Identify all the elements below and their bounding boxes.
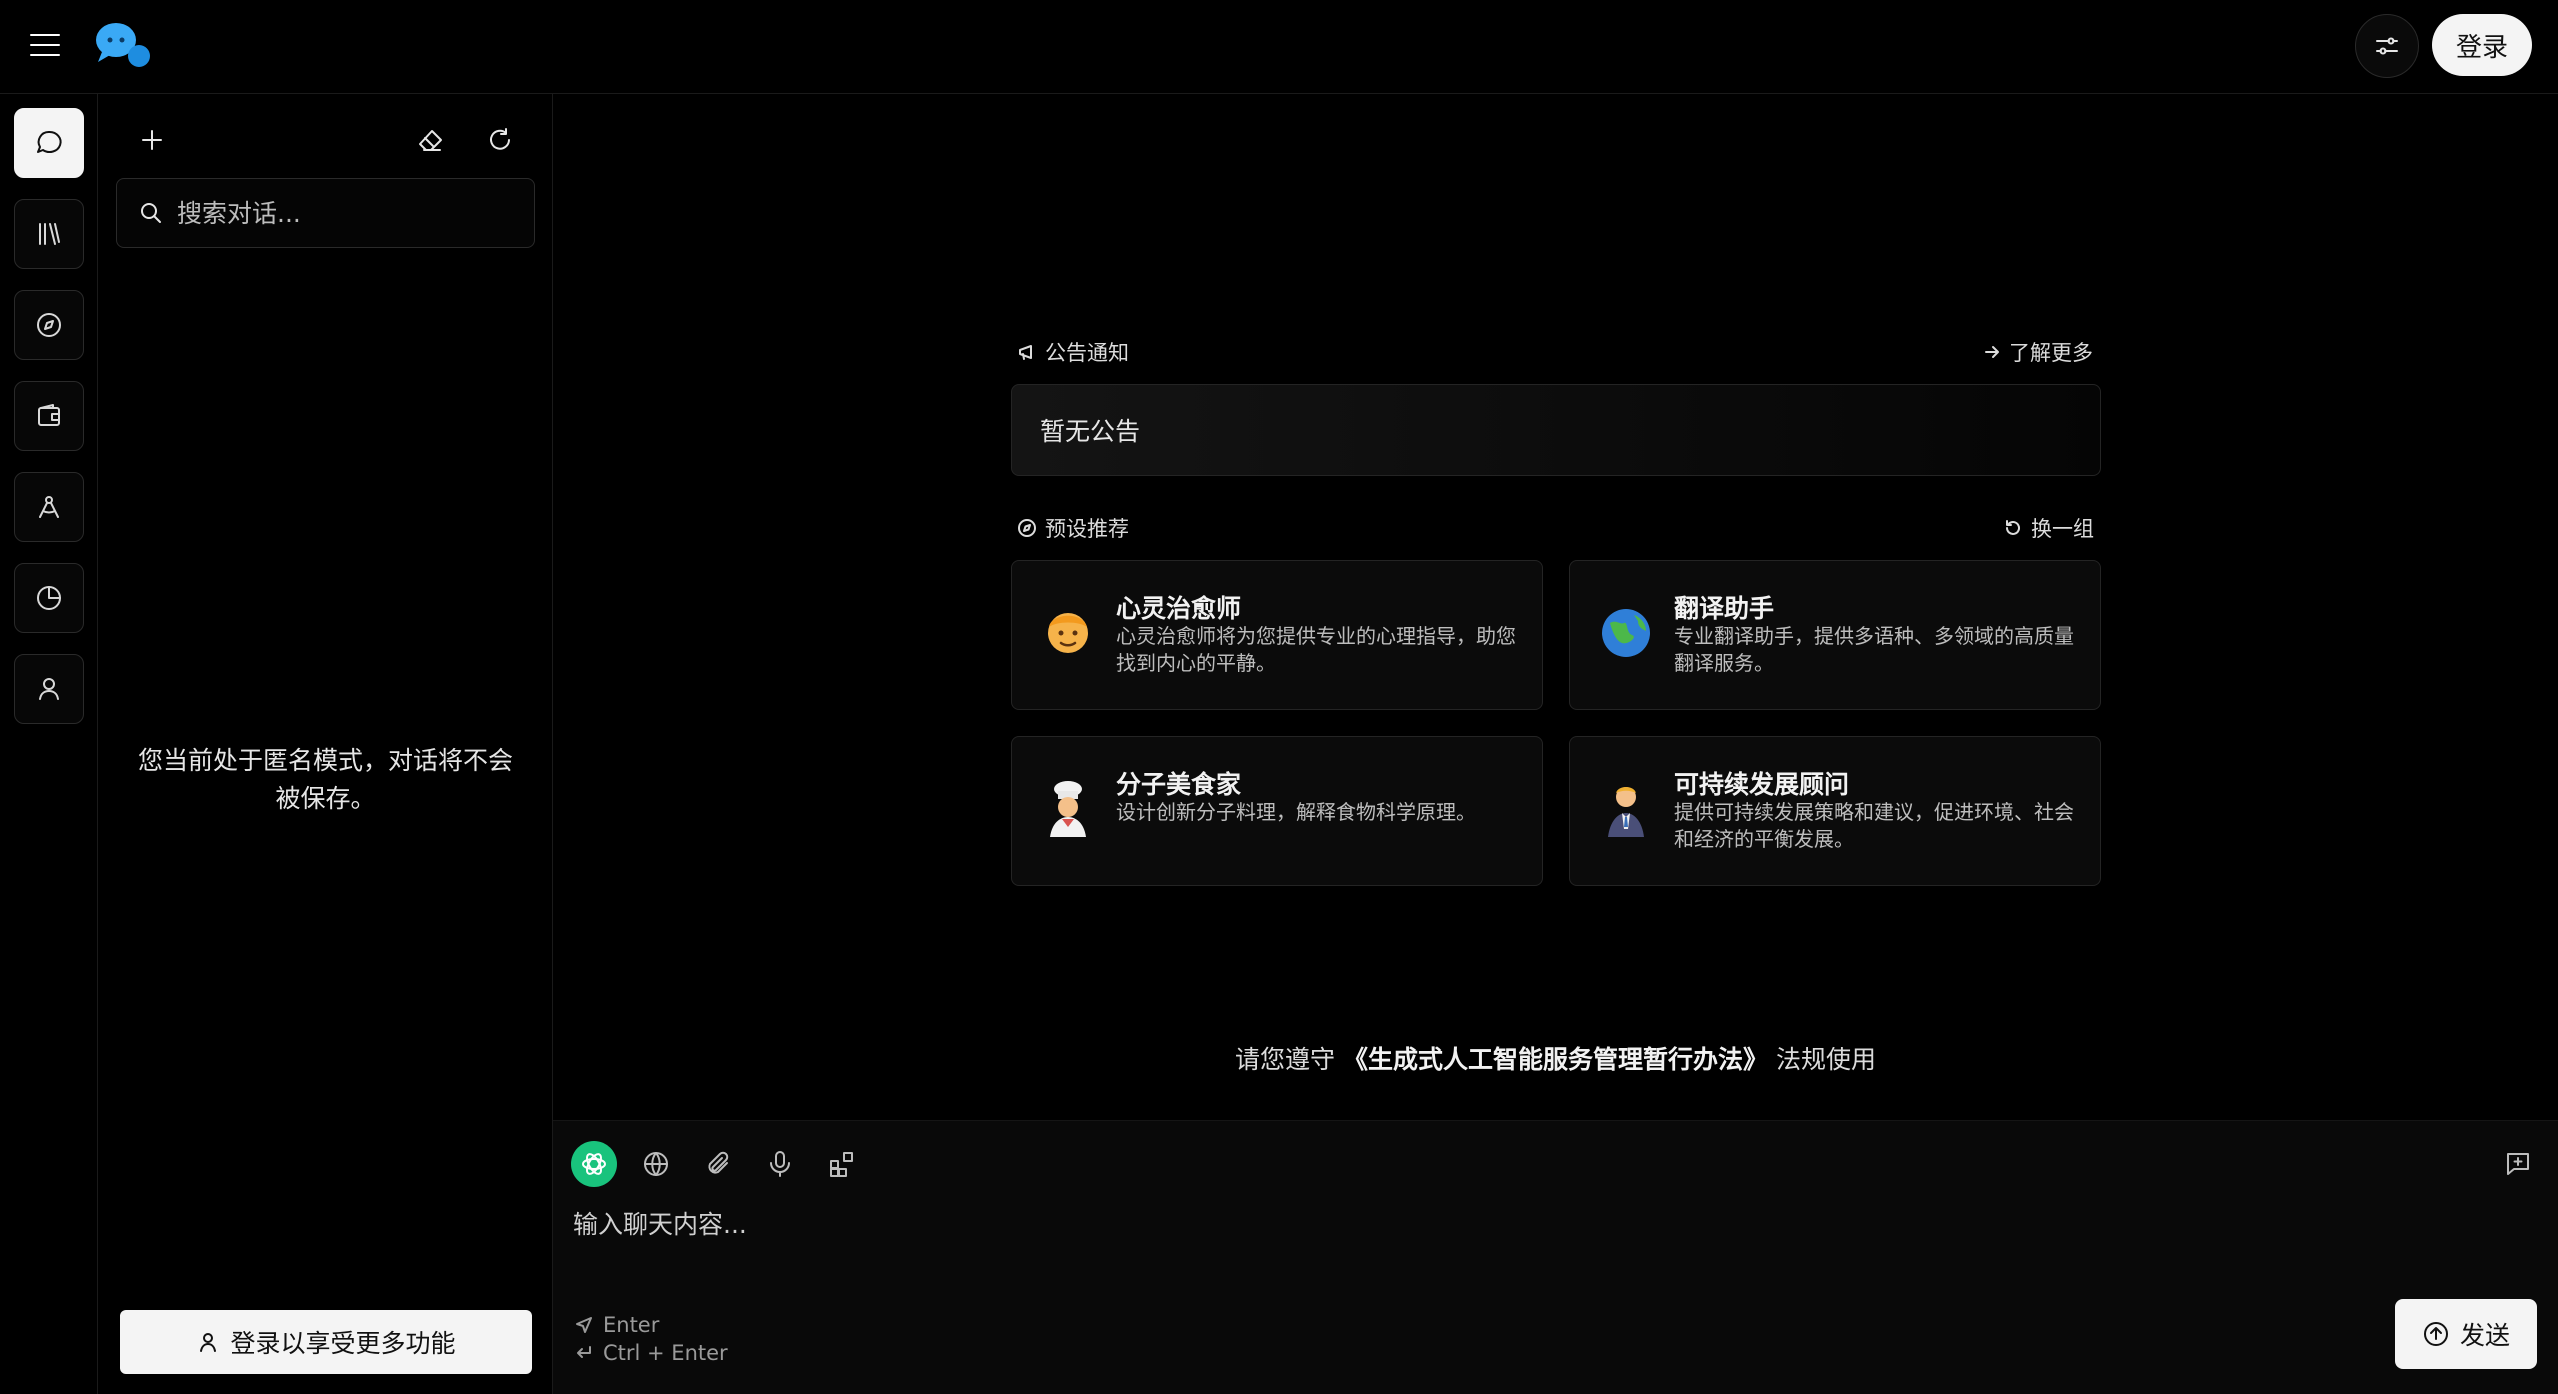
announcement-heading-label: 公告通知 (1045, 341, 1129, 365)
preset-card-translator[interactable]: 翻译助手 专业翻译助手，提供多语种、多领域的高质量翻译服务。 (1569, 560, 2101, 710)
preset-card-title: 翻译助手 (1674, 594, 1775, 623)
login-for-more-label: 登录以享受更多功能 (230, 1329, 456, 1358)
business-person-emoji-icon (1598, 779, 1654, 839)
search-input[interactable] (177, 198, 517, 228)
conversation-sidebar: 您当前处于匿名模式，对话将不会被保存。 登录以享受更多功能 (98, 94, 553, 1394)
refresh-icon[interactable] (476, 116, 524, 164)
top-bar: 登录 (0, 0, 2558, 94)
nav-rail (0, 94, 98, 1394)
presets-heading-label: 预设推荐 (1045, 517, 1129, 541)
send-hint: Enter (575, 1313, 659, 1337)
send-hint-label: Enter (603, 1313, 660, 1337)
preset-card-sustainability[interactable]: 可持续发展顾问 提供可持续发展策略和建议，促进环境、社会和经济的平衡发展。 (1569, 736, 2101, 886)
send-label: 发送 (2459, 1321, 2510, 1350)
presets-heading: 预设推荐 (1017, 510, 1129, 546)
regulation-law-link[interactable]: 《生成式人工智能服务管理暂行办法》 (1343, 1045, 1768, 1074)
regulation-prefix: 请您遵守 (1235, 1045, 1336, 1074)
send-arrow-icon (575, 1316, 593, 1334)
arrow-right-icon (1983, 343, 2001, 361)
preset-card-desc: 设计创新分子料理，解释食物科学原理。 (1116, 800, 1476, 824)
preset-card-title: 心灵治愈师 (1116, 594, 1242, 623)
regulation-suffix: 法规使用 (1775, 1045, 1876, 1074)
user-icon (196, 1330, 220, 1354)
rotate-icon (2003, 518, 2023, 538)
return-arrow-icon (575, 1344, 593, 1362)
new-conversation-plus-icon[interactable] (128, 116, 176, 164)
menu-icon[interactable] (26, 28, 64, 62)
login-button[interactable]: 登录 (2432, 14, 2532, 76)
send-button[interactable]: 发送 (2395, 1299, 2537, 1369)
upload-circle-icon (2422, 1320, 2450, 1348)
globe-emoji-icon (1598, 603, 1654, 663)
chat-composer: Enter Ctrl + Enter 发送 (553, 1120, 2558, 1394)
clear-eraser-icon[interactable] (406, 116, 454, 164)
learn-more-label: 了解更多 (2009, 341, 2093, 365)
settings-sliders-icon[interactable] (2355, 14, 2419, 78)
new-chat-plus-icon[interactable] (2495, 1141, 2541, 1187)
rail-compass-icon[interactable] (14, 290, 84, 360)
preset-card-desc: 心灵治愈师将为您提供专业的心理指导，助您找到内心的平静。 (1116, 624, 1516, 675)
web-search-globe-icon[interactable] (633, 1141, 679, 1187)
preset-card-desc: 提供可持续发展策略和建议，促进环境、社会和经济的平衡发展。 (1674, 800, 2074, 851)
shuffle-presets-button[interactable]: 换一组 (2003, 510, 2094, 546)
microphone-icon[interactable] (757, 1141, 803, 1187)
rail-user-icon[interactable] (14, 654, 84, 724)
conversation-search[interactable] (116, 178, 535, 248)
anonymous-mode-notice: 您当前处于匿名模式，对话将不会被保存。 (138, 746, 514, 813)
rail-wallet-icon[interactable] (14, 381, 84, 451)
login-for-more-button[interactable]: 登录以享受更多功能 (120, 1310, 532, 1374)
preset-card-healer[interactable]: 心灵治愈师 心灵治愈师将为您提供专业的心理指导，助您找到内心的平静。 (1011, 560, 1543, 710)
chat-message-input[interactable] (573, 1205, 2473, 1265)
rail-drawing-icon[interactable] (14, 472, 84, 542)
search-icon (139, 201, 163, 225)
rail-chat-icon[interactable] (14, 108, 84, 178)
compass-icon (1017, 518, 1037, 538)
preset-card-title: 可持续发展顾问 (1674, 770, 1850, 799)
learn-more-link[interactable]: 了解更多 (1983, 334, 2093, 370)
main-panel: 公告通知 了解更多 暂无公告 预设推荐 换一组 心灵治愈师 心灵治愈师将为您提供… (553, 94, 2558, 1394)
preset-card-molecular-chef[interactable]: 分子美食家 设计创新分子料理，解释食物科学原理。 (1011, 736, 1543, 886)
rail-library-icon[interactable] (14, 199, 84, 269)
newline-hint-label: Ctrl + Enter (603, 1341, 728, 1365)
rail-stats-icon[interactable] (14, 563, 84, 633)
preset-card-desc: 专业翻译助手，提供多语种、多领域的高质量翻译服务。 (1674, 624, 2074, 675)
shuffle-label: 换一组 (2031, 517, 2094, 541)
person-emoji-icon (1040, 603, 1096, 663)
announcement-heading: 公告通知 (1017, 334, 1129, 370)
attachment-paperclip-icon[interactable] (695, 1141, 741, 1187)
announcement-box: 暂无公告 (1011, 384, 2101, 476)
chef-emoji-icon (1040, 779, 1096, 839)
openai-model-icon[interactable] (571, 1141, 617, 1187)
app-logo-icon (92, 20, 156, 70)
plugins-grid-icon[interactable] (819, 1141, 865, 1187)
regulation-notice: 请您遵守 《生成式人工智能服务管理暂行办法》 法规使用 (553, 1040, 2558, 1076)
preset-card-title: 分子美食家 (1116, 770, 1242, 799)
newline-hint: Ctrl + Enter (575, 1341, 728, 1365)
megaphone-icon (1017, 342, 1037, 362)
